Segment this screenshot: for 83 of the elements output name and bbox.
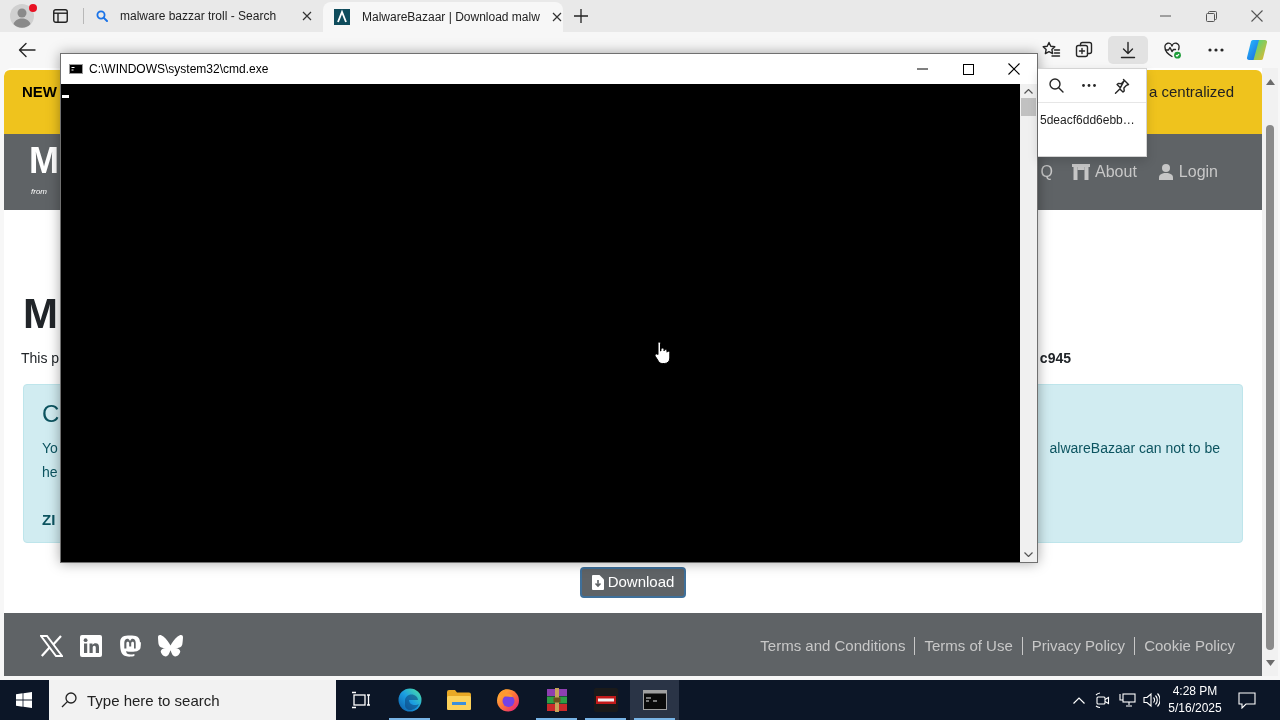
search-icon [96, 10, 108, 22]
site-logo-icon [334, 9, 350, 25]
heart-pulse-icon [1162, 40, 1182, 60]
camera-icon[interactable] [1095, 692, 1111, 708]
taskbar-button[interactable] [630, 680, 679, 720]
scroll-up-icon[interactable] [1265, 79, 1275, 85]
nav-link[interactable]: About [1072, 160, 1137, 184]
download-button[interactable]: Download [579, 567, 687, 598]
scroll-up-icon[interactable] [1024, 89, 1033, 94]
notice-text: alwareBazaar can not to be [1049, 439, 1220, 458]
banner-text: a centralized [1148, 83, 1234, 101]
more-icon[interactable] [1082, 84, 1096, 87]
pin-icon[interactable] [1114, 77, 1130, 94]
star-list-icon [1041, 40, 1061, 60]
nav-link[interactable]: Login [1158, 160, 1218, 184]
windows-logo-icon [16, 692, 32, 708]
app-tile-icon [593, 688, 618, 712]
terminal-icon [642, 690, 667, 710]
scroll-down-icon[interactable] [1024, 552, 1033, 557]
copilot-logo-icon [1245, 38, 1269, 62]
site-logo-text[interactable]: M [29, 143, 59, 179]
collections-icon [1074, 40, 1094, 60]
profile-avatar-icon[interactable] [10, 4, 34, 28]
terminal-icon [69, 64, 83, 74]
restore-icon[interactable] [1205, 10, 1217, 22]
notification-dot-icon [29, 4, 37, 12]
maximize-icon[interactable] [962, 63, 974, 75]
edge-icon [397, 688, 422, 712]
mastodon-logo-icon[interactable] [119, 634, 141, 658]
notice-text: Yo [42, 439, 58, 458]
window-title: C:\WINDOWS\system32\cmd.exe [89, 61, 269, 78]
scrollbar[interactable] [1262, 68, 1278, 676]
butterfly-logo-icon[interactable] [158, 635, 183, 657]
file-download-icon [591, 575, 604, 590]
browser-tab[interactable]: MalwareBazaar | Download malw [323, 2, 563, 32]
browser-tab[interactable]: malware bazzar troll - Search [85, 0, 321, 32]
task-view-icon [350, 690, 371, 710]
close-icon[interactable] [551, 12, 562, 22]
download-arrow-icon [1118, 40, 1138, 60]
clock-time[interactable]: 4:28 PM [1172, 683, 1218, 700]
footer-link[interactable]: Terms of Use [924, 634, 1013, 658]
intro-text: This p [21, 349, 60, 368]
close-icon[interactable] [302, 11, 312, 21]
more-icon [1208, 48, 1224, 52]
sidebar-panel-icon[interactable] [53, 9, 68, 23]
folder-icon [446, 690, 471, 710]
scroll-down-icon[interactable] [1265, 660, 1275, 666]
x-logo-icon[interactable] [40, 635, 63, 657]
user-icon [1158, 164, 1173, 180]
scrollbar-thumb[interactable] [1266, 125, 1274, 650]
logo-tagline: from [31, 187, 47, 197]
search-icon[interactable] [1049, 78, 1064, 93]
back-arrow-icon [18, 42, 36, 58]
notification-icon[interactable] [1238, 691, 1256, 709]
hand-pointer-icon [654, 341, 671, 365]
footer-link[interactable]: Privacy Policy [1031, 634, 1126, 658]
firefox-icon [495, 688, 520, 712]
winrar-icon [544, 688, 569, 712]
banner-label: NEW [22, 83, 57, 101]
linkedin-logo-icon[interactable] [80, 635, 102, 657]
hash-text: c945 [1039, 349, 1071, 368]
scrollbar-thumb[interactable] [1021, 98, 1036, 116]
network-monitor-icon[interactable] [1118, 692, 1136, 708]
clock-date[interactable]: 5/16/2025 [1168, 700, 1222, 717]
notice-text: he [42, 463, 58, 482]
close-icon[interactable] [1251, 10, 1263, 22]
close-icon[interactable] [1008, 63, 1020, 75]
notice-code: ZI [42, 510, 56, 530]
notice-title: C [42, 400, 60, 428]
plus-icon[interactable] [574, 9, 588, 23]
search-icon [61, 692, 77, 708]
chevron-up-icon[interactable] [1073, 696, 1085, 704]
downloads-button[interactable] [1108, 36, 1148, 64]
speaker-icon[interactable] [1142, 692, 1160, 708]
footer-link[interactable]: Terms and Conditions [760, 634, 906, 658]
page-heading: M [23, 293, 58, 335]
building-icon [1072, 164, 1091, 180]
search-field[interactable]: Type here to search [49, 680, 336, 720]
download-item[interactable]: 5deacf6dd6ebb… [1038, 113, 1146, 127]
nav-link[interactable]: Q [1040, 160, 1054, 184]
scrollbar[interactable] [1020, 84, 1037, 562]
minimize-icon[interactable] [916, 68, 928, 70]
footer-link[interactable]: Cookie Policy [1144, 634, 1235, 658]
